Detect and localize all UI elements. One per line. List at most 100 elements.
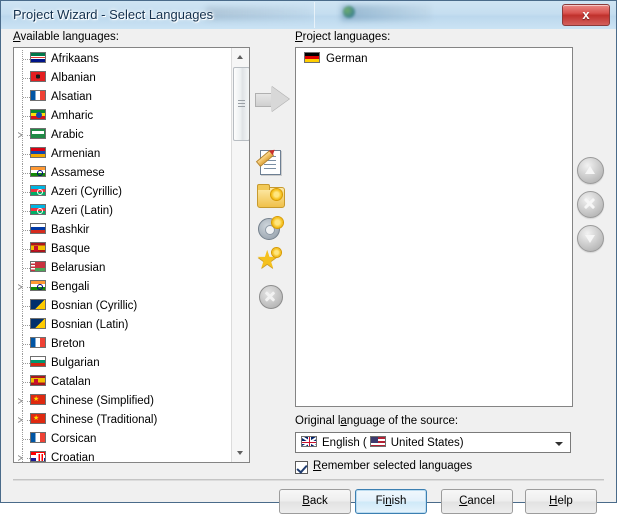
list-item-label: Bashkir — [51, 224, 89, 236]
scrollbar-thumb[interactable] — [233, 67, 250, 141]
help-button[interactable]: Help — [525, 489, 597, 514]
project-wizard-dialog: Project Wizard - Select Languages x Avai… — [0, 0, 617, 503]
list-item[interactable]: Armenian — [14, 145, 249, 164]
project-rows: German — [296, 50, 572, 69]
flag-az-icon — [30, 185, 46, 196]
list-item[interactable]: Azeri (Latin) — [14, 202, 249, 221]
list-item[interactable]: Arabic — [14, 126, 249, 145]
flag-sa-icon — [30, 128, 46, 139]
flag-za-icon — [30, 52, 46, 63]
edit-language-button[interactable] — [255, 147, 285, 177]
list-item[interactable]: Breton — [14, 335, 249, 354]
list-item[interactable]: Amharic — [14, 107, 249, 126]
list-item[interactable]: German — [296, 50, 572, 69]
delete-language-button[interactable] — [255, 281, 285, 311]
scroll-down-button[interactable] — [232, 445, 249, 462]
list-item-label: Azeri (Cyrillic) — [51, 186, 122, 198]
flag-es-icon — [30, 375, 46, 386]
settings-button[interactable] — [255, 214, 285, 244]
list-item[interactable]: Assamese — [14, 164, 249, 183]
close-button[interactable]: x — [562, 4, 610, 26]
list-item[interactable]: Albanian — [14, 69, 249, 88]
list-item[interactable]: Catalan — [14, 373, 249, 392]
arrow-down-icon — [585, 235, 595, 243]
favorite-button[interactable]: ★ — [255, 247, 285, 277]
source-language-label: Original language of the source: — [295, 415, 458, 427]
list-item-label: Chinese (Simplified) — [51, 395, 154, 407]
flag-az-icon — [30, 204, 46, 215]
background-glass-separator — [314, 2, 315, 28]
scroll-up-button[interactable] — [232, 48, 249, 65]
list-item[interactable]: ★ Chinese (Traditional) — [14, 411, 249, 430]
arrow-down-icon — [237, 451, 243, 455]
list-item[interactable]: Basque — [14, 240, 249, 259]
flag-bg-icon — [30, 356, 46, 367]
project-languages-list[interactable]: German — [295, 47, 573, 407]
flag-hr-icon — [30, 451, 46, 462]
available-rows: Afrikaans Albanian Alsatian Amharic Arabic Ar… — [14, 50, 249, 463]
flag-et-icon — [30, 109, 46, 120]
list-item[interactable]: Bosnian (Latin) — [14, 316, 249, 335]
flag-fr-icon — [30, 90, 46, 101]
flag-al-icon — [30, 71, 46, 82]
background-glass-icon — [343, 6, 355, 18]
list-item[interactable]: Bengali — [14, 278, 249, 297]
list-item-label: Catalan — [51, 376, 91, 388]
footer-divider — [13, 479, 604, 481]
list-item[interactable]: Croatian — [14, 449, 249, 463]
delete-icon — [259, 285, 283, 309]
close-icon: x — [563, 5, 609, 25]
list-item[interactable]: Belarusian — [14, 259, 249, 278]
source-language-select[interactable]: English (United States) — [295, 432, 571, 453]
list-item-label: Amharic — [51, 110, 93, 122]
list-item[interactable]: Afrikaans — [14, 50, 249, 69]
background-glass-blur-left — [206, 7, 311, 20]
open-folder-button[interactable] — [255, 181, 285, 211]
dialog-body: Available languages: Project languages: … — [1, 29, 616, 502]
scrollbar-grip — [238, 100, 245, 107]
list-item-label: Belarusian — [51, 262, 105, 274]
list-item[interactable]: Azeri (Cyrillic) — [14, 183, 249, 202]
list-item-label: Assamese — [51, 167, 105, 179]
flag-es-icon — [30, 242, 46, 253]
list-item-label: Basque — [51, 243, 90, 255]
finish-button[interactable]: Finish — [355, 489, 427, 514]
list-item[interactable]: Alsatian — [14, 88, 249, 107]
add-language-button[interactable] — [255, 86, 289, 112]
flag-de-icon — [304, 52, 320, 63]
available-languages-label: Available languages: — [13, 31, 119, 43]
list-item[interactable]: Corsican — [14, 430, 249, 449]
remove-button[interactable] — [577, 191, 604, 218]
list-item-label: Afrikaans — [51, 53, 99, 65]
list-item-label: German — [326, 53, 368, 65]
move-down-button[interactable] — [577, 225, 604, 252]
back-button[interactable]: Back — [279, 489, 351, 514]
move-up-button[interactable] — [577, 157, 604, 184]
list-item-label: Bengali — [51, 281, 89, 293]
remember-languages-label: Remember selected languages — [313, 460, 472, 472]
flag-ru-icon — [30, 223, 46, 234]
available-languages-list[interactable]: Afrikaans Albanian Alsatian Amharic Arabic Ar… — [13, 47, 250, 463]
list-item-label: Bosnian (Latin) — [51, 319, 128, 331]
flag-cn-icon: ★ — [30, 394, 46, 405]
chevron-down-icon — [555, 442, 563, 446]
available-list-scrollbar[interactable] — [231, 48, 249, 462]
list-item[interactable]: ★ Chinese (Simplified) — [14, 392, 249, 411]
list-item[interactable]: Bashkir — [14, 221, 249, 240]
list-item-label: Alsatian — [51, 91, 92, 103]
list-item-label: Armenian — [51, 148, 100, 160]
flag-by-icon — [30, 261, 46, 272]
list-item-label: Chinese (Traditional) — [51, 414, 157, 426]
title-bar: Project Wizard - Select Languages x — [1, 1, 616, 30]
flag-cn-icon: ★ — [30, 413, 46, 424]
list-item-label: Arabic — [51, 129, 84, 141]
checkbox-box — [295, 461, 308, 474]
arrow-up-icon — [585, 166, 595, 174]
list-item-label: Bosnian (Cyrillic) — [51, 300, 137, 312]
cancel-button[interactable]: Cancel — [441, 489, 513, 514]
project-languages-label: Project languages: — [295, 31, 390, 43]
list-item[interactable]: Bosnian (Cyrillic) — [14, 297, 249, 316]
arrow-up-icon — [237, 55, 243, 59]
list-item[interactable]: Bulgarian — [14, 354, 249, 373]
window-title: Project Wizard - Select Languages — [13, 7, 213, 22]
